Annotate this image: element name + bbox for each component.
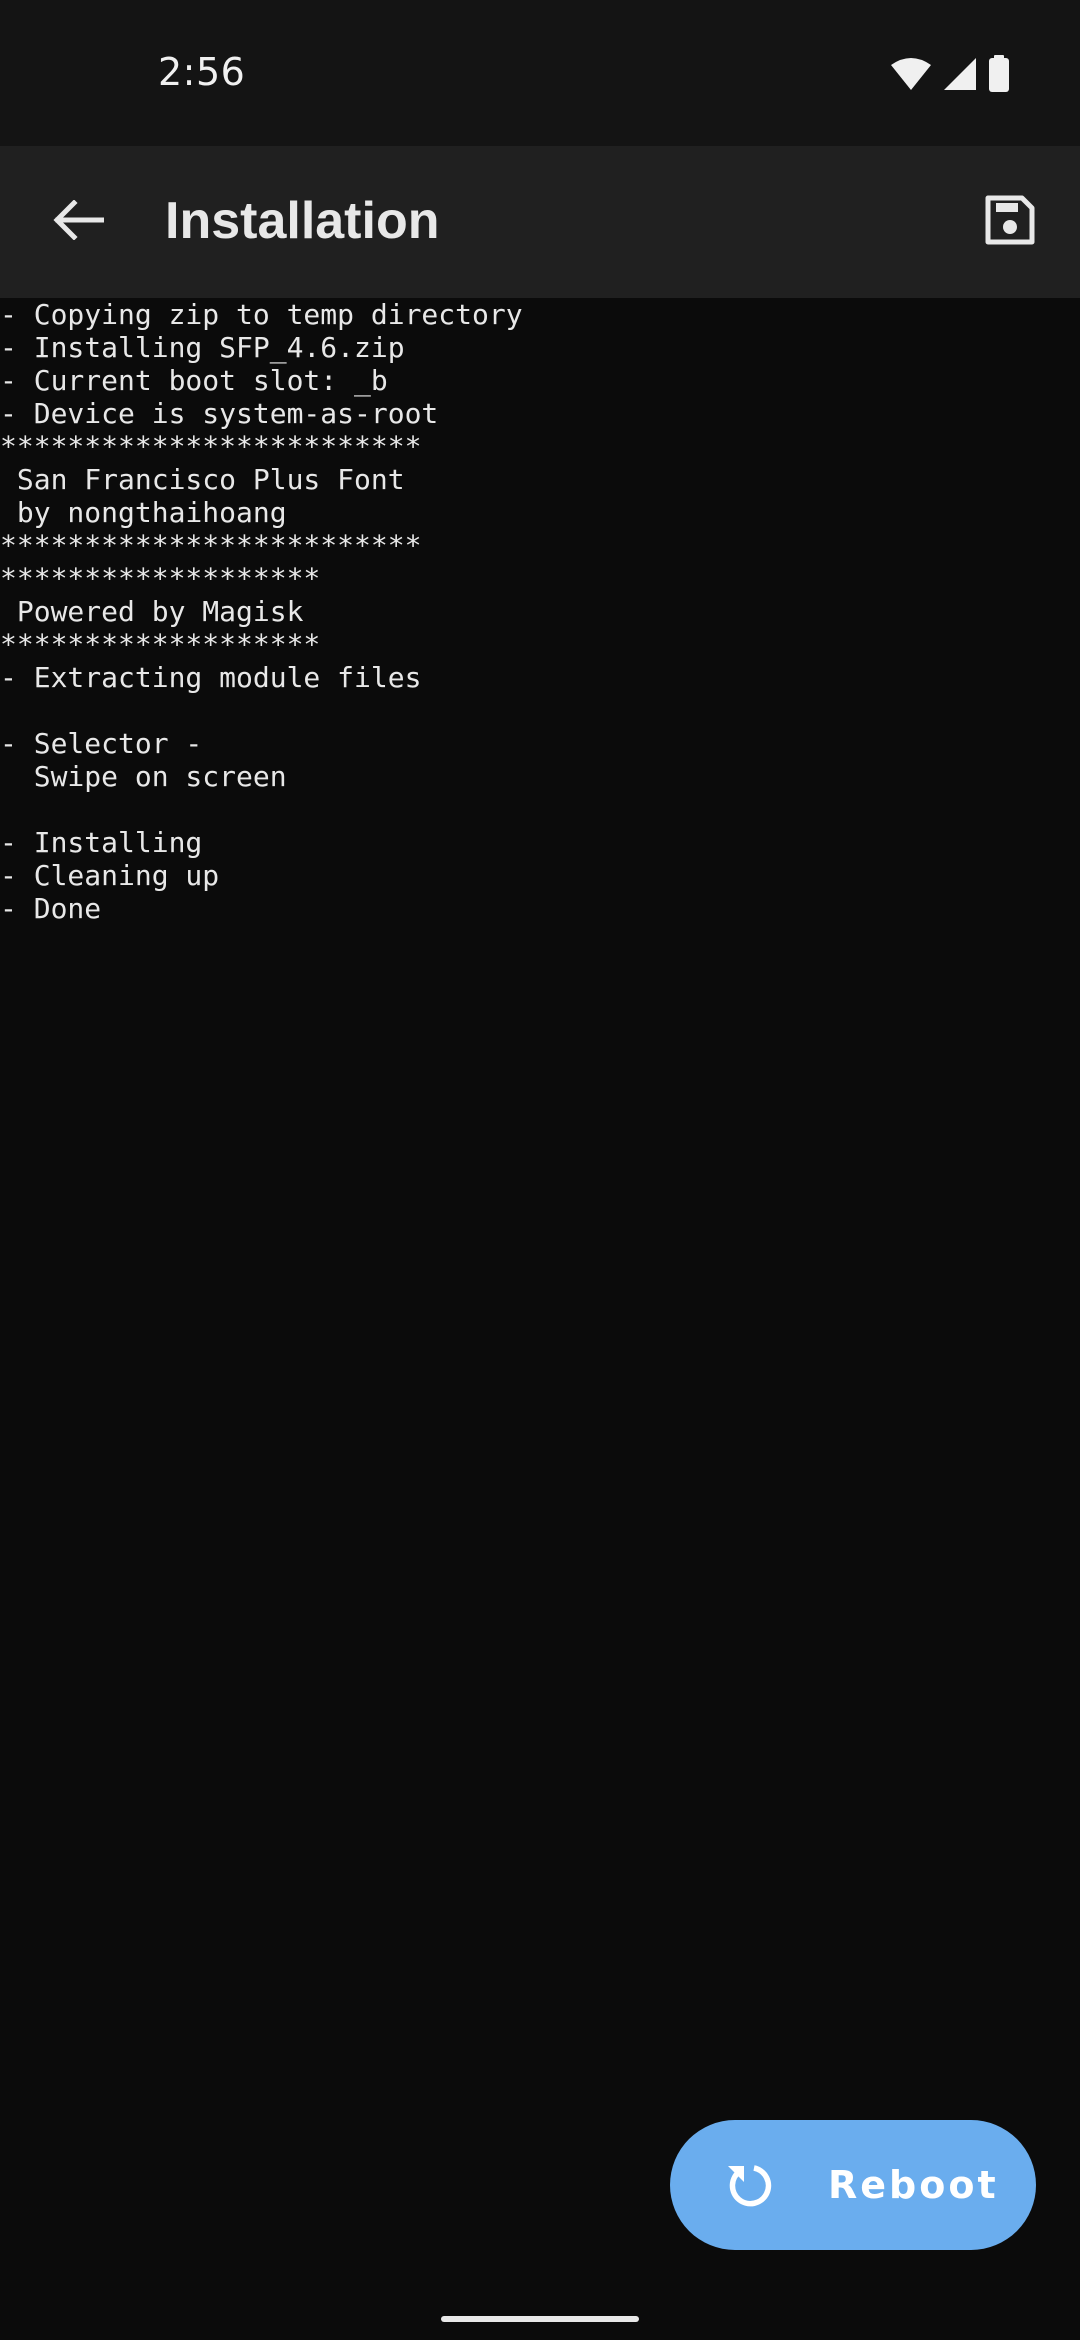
cellular-signal-icon bbox=[942, 57, 978, 96]
gesture-nav-handle[interactable] bbox=[441, 2316, 639, 2322]
wifi-icon bbox=[890, 57, 932, 96]
arrow-back-icon bbox=[52, 198, 105, 245]
back-button[interactable] bbox=[38, 182, 118, 262]
console-log: - Copying zip to temp directory - Instal… bbox=[0, 298, 1080, 925]
console-line: - Extracting module files bbox=[0, 661, 422, 694]
console-line: ************************* bbox=[0, 529, 422, 562]
console-output: - Copying zip to temp directory - Instal… bbox=[0, 298, 1080, 1998]
console-line: ******************* bbox=[0, 562, 321, 595]
save-icon bbox=[984, 194, 1036, 251]
console-line: - Selector - bbox=[0, 727, 203, 760]
console-line: Powered by Magisk bbox=[0, 595, 304, 628]
app-bar: Installation bbox=[0, 146, 1080, 298]
console-line: - Device is system-as-root bbox=[0, 397, 439, 430]
status-bar: 2:56 bbox=[0, 0, 1080, 146]
console-line: - Cleaning up bbox=[0, 859, 220, 892]
console-line: ******************* bbox=[0, 628, 321, 661]
console-line: San Francisco Plus Font bbox=[0, 463, 405, 496]
restart-icon bbox=[722, 2158, 776, 2212]
reboot-button[interactable]: Reboot bbox=[670, 2120, 1036, 2250]
battery-icon bbox=[988, 54, 1010, 98]
console-line: - Installing bbox=[0, 826, 203, 859]
console-line: - Copying zip to temp directory bbox=[0, 298, 523, 331]
reboot-label: Reboot bbox=[828, 2163, 999, 2207]
status-icons bbox=[890, 54, 1010, 98]
console-line: ************************* bbox=[0, 430, 422, 463]
console-line: - Done bbox=[0, 892, 102, 925]
console-line: Swipe on screen bbox=[0, 760, 287, 793]
console-line: - Current boot slot: _b bbox=[0, 364, 388, 397]
status-time: 2:56 bbox=[158, 50, 246, 94]
save-log-button[interactable] bbox=[970, 182, 1050, 262]
console-line: by nongthaihoang bbox=[0, 496, 287, 529]
console-line: - Installing SFP_4.6.zip bbox=[0, 331, 405, 364]
page-title: Installation bbox=[165, 192, 440, 250]
